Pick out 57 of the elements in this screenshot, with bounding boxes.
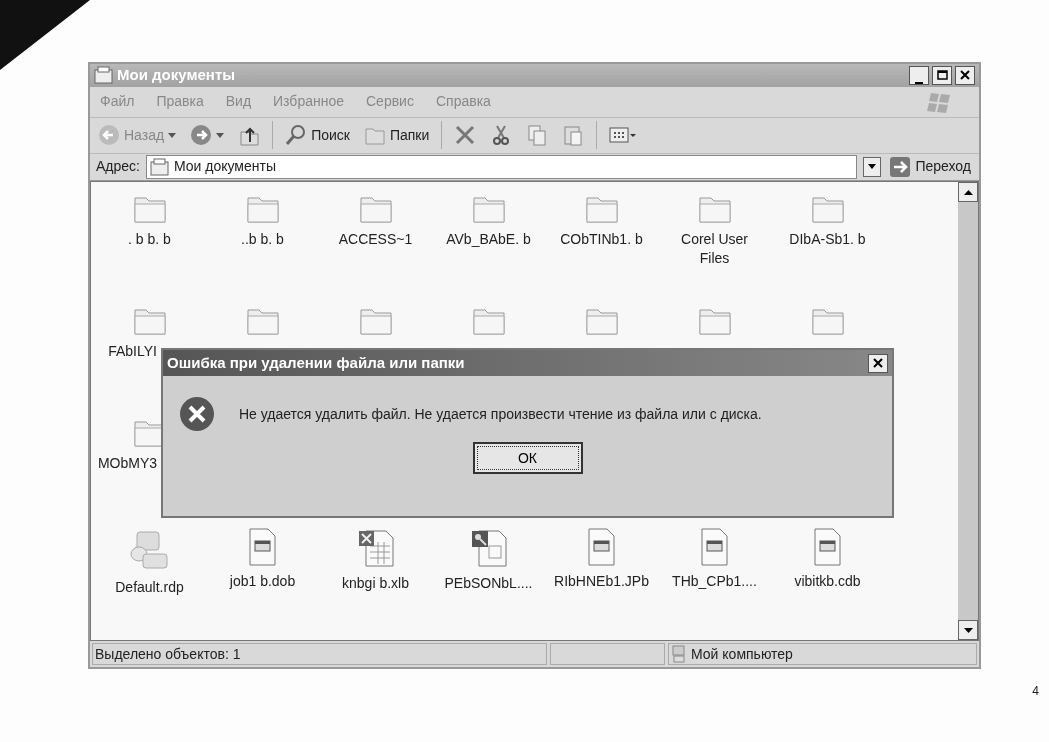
file-name[interactable]: FAbILYI bbox=[108, 342, 157, 361]
file-name[interactable]: Default.rdp bbox=[115, 578, 184, 597]
file-name[interactable]: RIbHNEb1.JPb bbox=[554, 572, 649, 591]
page-number: 4 bbox=[1032, 683, 1039, 700]
status-text: Выделено объектов: 1 bbox=[92, 643, 547, 665]
folder-icon bbox=[149, 157, 170, 176]
dialog-title: Ошибка при удалении файла или папки bbox=[167, 352, 465, 373]
file-name[interactable]: knbgi b.xlb bbox=[342, 574, 409, 593]
file-name[interactable]: ACCESS~1 bbox=[338, 230, 413, 249]
forward-button[interactable] bbox=[188, 122, 227, 148]
search-icon bbox=[285, 124, 308, 146]
window-icon bbox=[94, 66, 114, 85]
delete-icon bbox=[454, 124, 477, 146]
close-icon bbox=[873, 358, 883, 368]
address-label: Адрес: bbox=[96, 157, 140, 177]
scroll-down-icon bbox=[963, 627, 973, 633]
search-button[interactable]: Поиск bbox=[283, 122, 352, 148]
scrollbar[interactable] bbox=[958, 182, 978, 640]
computer-icon bbox=[671, 645, 687, 663]
file-name[interactable]: ..b b. b bbox=[241, 230, 284, 249]
document-icon[interactable] bbox=[246, 528, 279, 566]
folders-button[interactable]: Папки bbox=[361, 122, 432, 148]
dropdown-arrow-icon bbox=[216, 132, 225, 138]
file-name[interactable]: job1 b.dob bbox=[229, 572, 296, 591]
close-icon bbox=[960, 70, 970, 81]
maximize-button[interactable] bbox=[932, 65, 952, 85]
paste-icon bbox=[562, 124, 585, 146]
file-name[interactable]: DIbA-Sb1. b bbox=[789, 230, 866, 249]
file-name[interactable]: CObTINb1. b bbox=[560, 230, 643, 249]
document-icon[interactable] bbox=[585, 528, 618, 566]
file-name[interactable]: AVb_BAbE. b bbox=[446, 230, 531, 249]
file-name[interactable]: PEbSONbL.... bbox=[444, 574, 533, 593]
minimize-icon bbox=[915, 81, 923, 84]
dropdown-button[interactable] bbox=[863, 156, 882, 177]
dropdown-arrow-icon bbox=[868, 164, 877, 170]
views-icon bbox=[609, 124, 638, 146]
maximize-icon bbox=[936, 70, 948, 81]
file-name[interactable]: MObMY3 bbox=[97, 454, 157, 473]
go-button[interactable]: Переход bbox=[887, 153, 973, 180]
scroll-up-icon bbox=[963, 189, 973, 195]
file-name[interactable]: THb_CPb1.... bbox=[672, 572, 757, 591]
document-icon[interactable] bbox=[811, 528, 844, 566]
error-message: Не удается удалить файл. Не удается произвести чтение из файла или с диска. bbox=[239, 404, 762, 424]
minimize-button[interactable] bbox=[909, 65, 929, 85]
copy-icon bbox=[526, 124, 549, 146]
file-name[interactable]: Corel User Files bbox=[666, 230, 763, 268]
document-icon[interactable] bbox=[698, 528, 731, 566]
address-field[interactable]: Мои документы bbox=[145, 154, 858, 179]
window-title: Мои документы bbox=[117, 65, 237, 85]
status-location: Мой компьютер bbox=[668, 643, 977, 665]
ok-button[interactable]: ОК bbox=[472, 442, 583, 474]
file-name[interactable]: . b b. b bbox=[128, 230, 171, 249]
file-name[interactable]: vibitkb.cdb bbox=[794, 572, 861, 591]
close-button[interactable] bbox=[955, 65, 975, 85]
dropdown-arrow-icon bbox=[168, 132, 177, 138]
close-button[interactable] bbox=[868, 353, 888, 373]
error-icon bbox=[179, 396, 215, 432]
